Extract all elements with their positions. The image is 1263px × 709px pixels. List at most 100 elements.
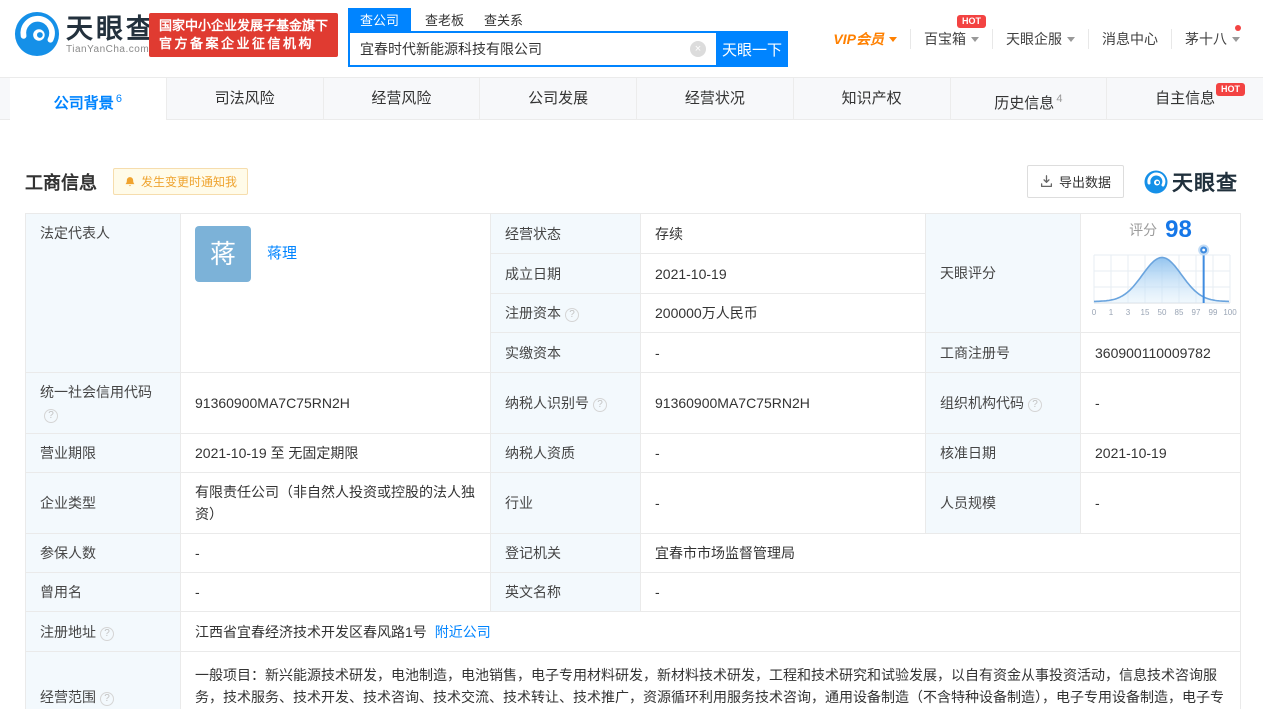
- section-title: 工商信息: [25, 169, 97, 195]
- field-label: 英文名称: [491, 573, 641, 612]
- company-tabbar: 公司背景6 司法风险 经营风险 公司发展 经营状况 知识产权 历史信息4 自主信…: [0, 77, 1263, 120]
- nav-toolbox[interactable]: HOT 百宝箱: [910, 29, 992, 49]
- badge-line2: 官方备案企业征信机构: [159, 35, 328, 53]
- tab-count: 6: [116, 93, 122, 105]
- search-tab-boss[interactable]: 查老板: [425, 8, 464, 31]
- tab-operating-status[interactable]: 经营状况: [637, 78, 794, 120]
- field-value: -: [181, 534, 491, 573]
- tianyancha-logo-icon: [14, 11, 60, 57]
- tab-count: 4: [1056, 93, 1062, 105]
- field-value: -: [181, 573, 491, 612]
- business-info-table: 法定代表人 蒋 蒋理 经营状态 存续 天眼评分 评分 98 0131550859…: [25, 213, 1241, 709]
- svg-text:1: 1: [1109, 308, 1114, 317]
- search-tab-company[interactable]: 查公司: [348, 8, 411, 31]
- help-icon[interactable]: ?: [1028, 398, 1042, 412]
- svg-text:97: 97: [1192, 308, 1201, 317]
- tab-judicial-risk[interactable]: 司法风险: [167, 78, 324, 120]
- field-label: 统一社会信用代码?: [26, 373, 181, 434]
- field-value: -: [641, 333, 926, 373]
- field-label: 注册资本?: [491, 294, 641, 333]
- tianyancha-logo[interactable]: 天眼查 TianYanCha.com: [14, 11, 156, 57]
- field-value: 有限责任公司（非自然人投资或控股的法人独资）: [181, 473, 491, 534]
- tab-self-info[interactable]: 自主信息 HOT: [1107, 78, 1263, 120]
- notification-dot: [1235, 25, 1241, 31]
- field-value: -: [641, 434, 926, 473]
- export-data-button[interactable]: 导出数据: [1027, 165, 1124, 198]
- hot-badge: HOT: [1216, 83, 1245, 96]
- help-icon[interactable]: ?: [565, 308, 579, 322]
- svg-text:100: 100: [1223, 308, 1237, 317]
- field-label: 经营范围?: [26, 652, 181, 709]
- chevron-down-icon: [1232, 37, 1240, 42]
- help-icon[interactable]: ?: [100, 627, 114, 641]
- field-value: 360900110009782: [1081, 333, 1241, 373]
- watermark-text: 天眼查: [1172, 167, 1238, 197]
- field-label: 纳税人资质: [491, 434, 641, 473]
- field-label: 法定代表人: [26, 214, 181, 373]
- field-label: 核准日期: [926, 434, 1081, 473]
- tab-company-development[interactable]: 公司发展: [480, 78, 637, 120]
- avatar[interactable]: 蒋: [195, 226, 251, 282]
- svg-text:3: 3: [1126, 308, 1131, 317]
- tab-history-info[interactable]: 历史信息4: [951, 78, 1108, 120]
- nav-user-account[interactable]: 茅十八: [1171, 29, 1253, 49]
- help-icon[interactable]: ?: [593, 398, 607, 412]
- badge-line1: 国家中小企业发展子基金旗下: [159, 17, 328, 35]
- field-label: 实缴资本: [491, 333, 641, 373]
- top-header: 天眼查 TianYanCha.com 国家中小企业发展子基金旗下 官方备案企业征…: [0, 0, 1263, 70]
- field-label: 登记机关: [491, 534, 641, 573]
- nav-enterprise-service[interactable]: 天眼企服: [992, 29, 1088, 49]
- legal-rep-link[interactable]: 蒋理: [267, 243, 297, 265]
- help-icon[interactable]: ?: [100, 692, 114, 706]
- help-icon[interactable]: ?: [44, 409, 58, 423]
- brand-name: 天眼查: [66, 14, 156, 44]
- field-value: 200000万人民币: [641, 294, 926, 333]
- nearby-companies-link[interactable]: 附近公司: [435, 624, 491, 640]
- field-value: -: [1081, 473, 1241, 534]
- field-label: 组织机构代码?: [926, 373, 1081, 434]
- tyc-score-cell: 评分 98 0131550859799100: [1081, 214, 1241, 333]
- field-label: 参保人数: [26, 534, 181, 573]
- field-value: 一般项目：新兴能源技术研发，电池制造，电池销售，电子专用材料研发，新材料技术研发…: [181, 652, 1241, 709]
- search-input[interactable]: [348, 31, 716, 67]
- gov-certification-badge: 国家中小企业发展子基金旗下 官方备案企业征信机构: [149, 13, 338, 57]
- field-value: 91360900MA7C75RN2H: [641, 373, 926, 434]
- score-curve-svg: 0131550859799100: [1087, 243, 1237, 321]
- field-value: 宜春市市场监督管理局: [641, 534, 1241, 573]
- tianyancha-watermark: 天眼查: [1144, 167, 1238, 197]
- search-tab-relation[interactable]: 查关系: [484, 8, 523, 31]
- tab-intellectual-property[interactable]: 知识产权: [794, 78, 951, 120]
- tianyancha-logo-icon: [1144, 170, 1168, 194]
- field-value: 江西省宜春经济技术开发区春风路1号附近公司: [181, 612, 1241, 652]
- score-prefix: 评分: [1129, 219, 1157, 241]
- field-label: 营业期限: [26, 434, 181, 473]
- chevron-down-icon: [889, 37, 897, 42]
- field-value: 存续: [641, 214, 926, 254]
- tab-operating-risk[interactable]: 经营风险: [324, 78, 481, 120]
- field-label: 行业: [491, 473, 641, 534]
- clear-search-icon[interactable]: ×: [690, 41, 706, 57]
- svg-text:99: 99: [1209, 308, 1218, 317]
- notify-on-change-button[interactable]: 发生变更时通知我: [113, 168, 248, 195]
- legal-rep-cell: 蒋 蒋理: [181, 214, 491, 373]
- field-label: 注册地址?: [26, 612, 181, 652]
- field-label: 经营状态: [491, 214, 641, 254]
- field-value: -: [641, 473, 926, 534]
- brand-domain: TianYanCha.com: [66, 44, 156, 55]
- tab-company-background[interactable]: 公司背景6: [10, 78, 167, 120]
- field-label: 工商注册号: [926, 333, 1081, 373]
- chevron-down-icon: [1067, 37, 1075, 42]
- field-value: 91360900MA7C75RN2H: [181, 373, 491, 434]
- top-nav: VIP会员 HOT 百宝箱 天眼企服 消息中心 茅十八: [820, 29, 1253, 49]
- field-label: 人员规模: [926, 473, 1081, 534]
- field-value: 2021-10-19: [1081, 434, 1241, 473]
- field-label: 天眼评分: [926, 214, 1081, 333]
- hot-badge: HOT: [957, 15, 986, 28]
- section-header: 工商信息 发生变更时通知我 导出数据 天眼查: [25, 165, 1238, 198]
- field-value: -: [1081, 373, 1241, 434]
- search-button[interactable]: 天眼一下: [716, 31, 788, 67]
- chevron-down-icon: [971, 37, 979, 42]
- download-icon: [1040, 175, 1053, 188]
- nav-message-center[interactable]: 消息中心: [1088, 29, 1171, 49]
- nav-vip[interactable]: VIP会员: [820, 29, 910, 49]
